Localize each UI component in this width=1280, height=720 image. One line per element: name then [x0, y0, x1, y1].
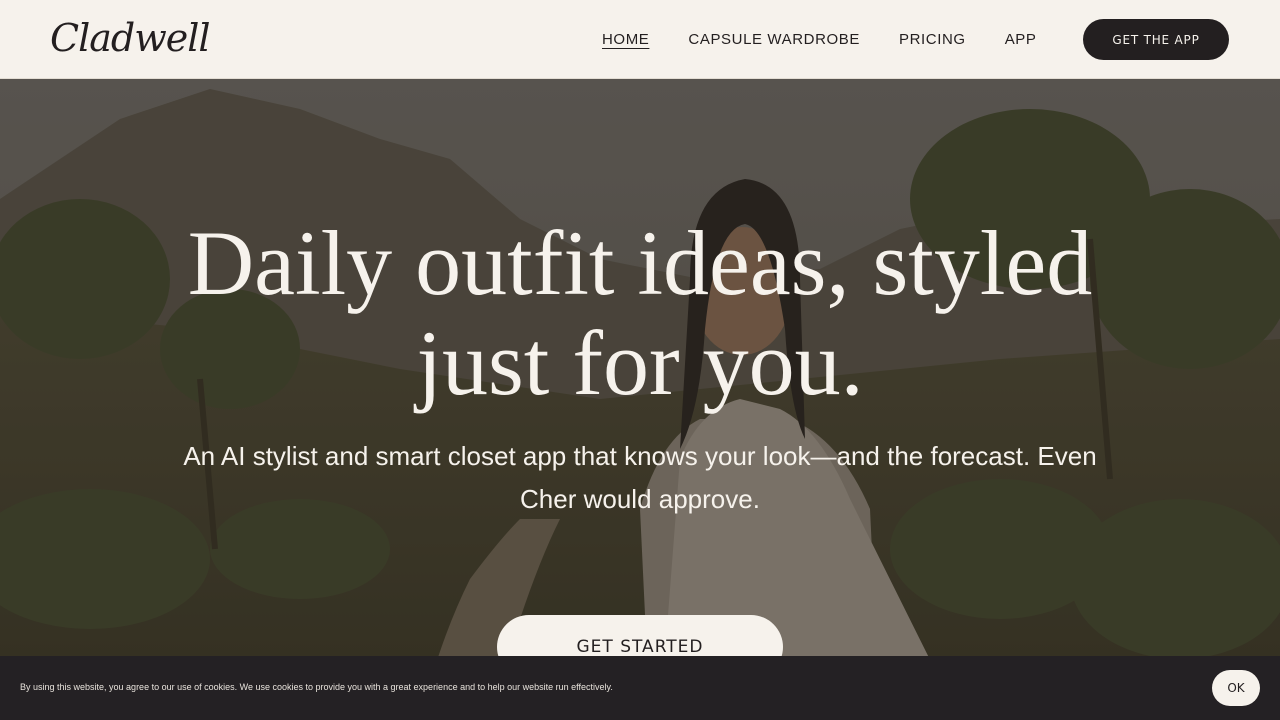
nav-item-pricing[interactable]: PRICING	[899, 31, 966, 49]
hero-title: Daily outfit ideas, styled just for you.	[0, 213, 1280, 413]
hero-title-line2: just for you.	[416, 312, 864, 414]
hero-subtitle: An AI stylist and smart closet app that …	[183, 441, 1097, 514]
cladwell-logo[interactable]: Cladwell	[50, 16, 211, 60]
hero-section: Daily outfit ideas, styled just for you.…	[0, 79, 1280, 720]
site-header: Cladwell HOME CAPSULE WARDROBE PRICING A…	[0, 0, 1280, 79]
get-the-app-button[interactable]: GET THE APP	[1083, 19, 1229, 60]
nav-item-capsule-wardrobe[interactable]: CAPSULE WARDROBE	[688, 31, 860, 49]
cookie-banner-text: By using this website, you agree to our …	[20, 682, 613, 692]
nav-item-home[interactable]: HOME	[602, 31, 649, 49]
cookie-ok-button[interactable]: OK	[1212, 670, 1260, 706]
nav-item-app[interactable]: APP	[1005, 31, 1037, 49]
cookie-banner: By using this website, you agree to our …	[0, 656, 1280, 720]
hero-title-line1: Daily outfit ideas, styled	[187, 212, 1093, 314]
main-nav: HOME CAPSULE WARDROBE PRICING APP	[602, 31, 1076, 49]
